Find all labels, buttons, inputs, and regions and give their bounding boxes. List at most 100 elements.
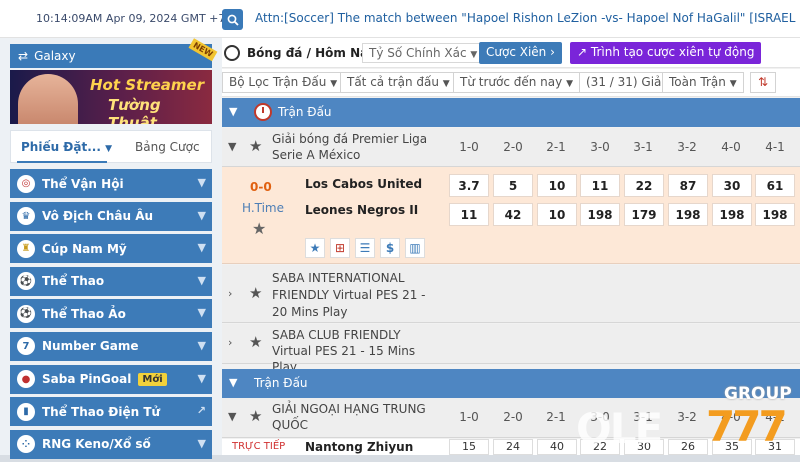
score-header: 4-1: [765, 410, 785, 424]
sidebar-item-virtual[interactable]: ⚽ Thể Thao Ảo ▼: [10, 299, 212, 329]
match-filter-label: Bộ Lọc Trận Đấu: [229, 75, 327, 89]
search-icon: [227, 14, 239, 26]
sidebar-item-copa[interactable]: ♜ Cúp Nam Mỹ ▼: [10, 234, 212, 264]
search-button[interactable]: [222, 9, 243, 30]
star-icon[interactable]: ★: [252, 219, 266, 238]
odds-cell[interactable]: 11: [449, 203, 489, 226]
score-header: 3-1: [633, 140, 653, 154]
away-team: Leones Negros II: [305, 203, 419, 217]
parlay-button[interactable]: Cược Xiên ›: [479, 42, 562, 64]
sidebar-item-keno[interactable]: ⁘ RNG Keno/Xổ số ▼: [10, 429, 212, 459]
sidebar-item-pingoal[interactable]: ● Saba PinGoal Mới ▼: [10, 364, 212, 394]
odds-cell[interactable]: 31: [755, 439, 795, 455]
odds-cell[interactable]: 10: [537, 174, 577, 197]
section-header-matches[interactable]: ▼ Trận Đấu: [222, 369, 800, 398]
streamer-image: [18, 74, 78, 124]
dollar-icon: $: [385, 241, 395, 255]
statistics-button[interactable]: ▥: [405, 238, 425, 258]
odds-cell[interactable]: 30: [624, 439, 664, 455]
sidebar-item-number-game[interactable]: 7 Number Game ▼: [10, 331, 212, 361]
odds-cell[interactable]: 22: [580, 439, 620, 455]
stats-table-button[interactable]: ☰: [355, 238, 375, 258]
galaxy-button[interactable]: ⇄ Galaxy NEW: [10, 38, 218, 68]
trophy-icon: ♜: [17, 239, 35, 258]
odds-cell[interactable]: 198: [712, 203, 752, 226]
league-row[interactable]: › ★ SABA INTERNATIONAL FRIENDLY Virtual …: [222, 265, 800, 323]
home-team: Nantong Zhiyun: [305, 440, 414, 454]
score-header: 2-1: [546, 410, 566, 424]
match-row: 0-0 H.Time ★ Los Cabos United Leones Neg…: [222, 167, 800, 264]
league-row[interactable]: ▼ ★ Giải bóng đá Premier Liga Serie A Mé…: [222, 128, 800, 167]
market-select[interactable]: Tỷ Số Chính Xác ▼: [362, 43, 485, 63]
odds-cell[interactable]: 15: [449, 439, 489, 455]
odds-cell[interactable]: 42: [493, 203, 533, 226]
new-badge: NEW: [188, 38, 218, 62]
announcement-ticker[interactable]: Attn:[Soccer] The match between "Hapoel …: [255, 11, 800, 25]
active-tab-indicator: [17, 161, 107, 163]
score-header: 2-0: [503, 410, 523, 424]
all-matches-dropdown[interactable]: Tất cả trận đấu ▼: [340, 72, 457, 93]
promo-banner[interactable]: Hot Streamer Tường Thuật: [10, 70, 212, 124]
esports-icon: ▮: [17, 402, 35, 421]
chevron-right-icon: ›: [228, 336, 233, 349]
score-header: 4-1: [765, 140, 785, 154]
league-name: SABA INTERNATIONAL FRIENDLY Virtual PES …: [272, 271, 426, 319]
star-icon[interactable]: ★: [249, 407, 262, 425]
odds-cell[interactable]: 198: [580, 203, 620, 226]
league-row[interactable]: › ★ SABA CLUB FRIENDLY Virtual PES 21 - …: [222, 324, 800, 374]
odds-cell[interactable]: 61: [755, 174, 795, 197]
cash-out-button[interactable]: $: [380, 238, 400, 258]
external-link-icon: ↗: [196, 404, 206, 418]
odds-cell[interactable]: 3.7: [449, 174, 489, 197]
odds-cell[interactable]: 24: [493, 439, 533, 455]
odds-cell[interactable]: 179: [624, 203, 664, 226]
sidebar-item-label: Vô Địch Châu Âu: [42, 209, 154, 224]
star-icon[interactable]: ★: [249, 137, 262, 155]
odds-cell[interactable]: 22: [624, 174, 664, 197]
sort-order-button[interactable]: ⇅: [750, 72, 777, 93]
odds-cell[interactable]: 10: [537, 203, 577, 226]
tab-bet-slip-label: Phiếu Đặt...: [21, 140, 101, 154]
page-title: Bóng đá / Hôm Nay: [247, 46, 376, 60]
home-team: Los Cabos United: [305, 177, 423, 191]
odds-cell[interactable]: 11: [580, 174, 620, 197]
odds-cell[interactable]: 5: [493, 174, 533, 197]
chevron-down-icon: ▼: [197, 371, 206, 385]
datetime-display: 10:14:09AM Apr 09, 2024 GMT +7: [36, 12, 226, 25]
odds-cell[interactable]: 26: [668, 439, 708, 455]
chevron-down-icon: ▼: [470, 50, 478, 60]
odds-cell[interactable]: 198: [755, 203, 795, 226]
banner-title: Hot Streamer: [90, 76, 205, 94]
league-row[interactable]: ▼ ★ GIẢI NGOẠI HẠNG TRUNG QUỐC 1-0 2-0 2…: [222, 398, 800, 438]
odds-cell[interactable]: 198: [668, 203, 708, 226]
section-header-matches[interactable]: ▼ Trận Đấu: [222, 98, 800, 127]
star-icon[interactable]: ★: [249, 333, 262, 351]
sidebar-item-label: Thể Thao Ảo: [42, 306, 126, 321]
sidebar-item-sports[interactable]: ⚽ Thể Thao ▼: [10, 266, 212, 296]
favorite-button[interactable]: ★: [305, 238, 325, 258]
chevron-down-icon: ▼: [197, 273, 206, 287]
odds-cell[interactable]: 35: [712, 439, 752, 455]
sidebar-item-esports[interactable]: ▮ Thể Thao Điện Tử ↗: [10, 397, 212, 427]
odds-cell[interactable]: 30: [712, 174, 752, 197]
chevron-down-icon: ▼: [228, 140, 237, 153]
auto-parlay-button[interactable]: ↗ Trình tạo cược xiên tự động: [570, 42, 762, 64]
odds-cell[interactable]: 40: [537, 439, 577, 455]
sidebar-item-label: Thể Vận Hội: [42, 176, 124, 191]
tab-bet-slip[interactable]: Phiếu Đặt... ▼: [21, 140, 112, 154]
full-match-dropdown[interactable]: Toàn Trận ▼: [662, 72, 744, 93]
league-count-dropdown[interactable]: (31 / 31) Giải: [579, 72, 672, 93]
odds-cell[interactable]: 87: [668, 174, 708, 197]
sidebar-item-olympics[interactable]: ◎ Thể Vận Hội ▼: [10, 169, 212, 198]
score-header: 2-1: [546, 140, 566, 154]
field-view-button[interactable]: ⊞: [330, 238, 350, 258]
chevron-down-icon: ▼: [197, 208, 206, 222]
star-icon[interactable]: ★: [249, 284, 262, 302]
auto-parlay-label: Trình tạo cược xiên tự động: [590, 45, 755, 59]
tab-bet-list[interactable]: Bảng Cược: [135, 140, 200, 154]
list-icon: ☰: [359, 241, 371, 255]
match-filter-dropdown[interactable]: Bộ Lọc Trận Đấu ▼: [222, 72, 345, 93]
main-content: Bóng đá / Hôm Nay Tỷ Số Chính Xác ▼ Cược…: [222, 38, 800, 455]
sort-dropdown[interactable]: Từ trước đến nay ▼: [453, 72, 580, 93]
sidebar-item-euro[interactable]: ♛ Vô Địch Châu Âu ▼: [10, 201, 212, 231]
